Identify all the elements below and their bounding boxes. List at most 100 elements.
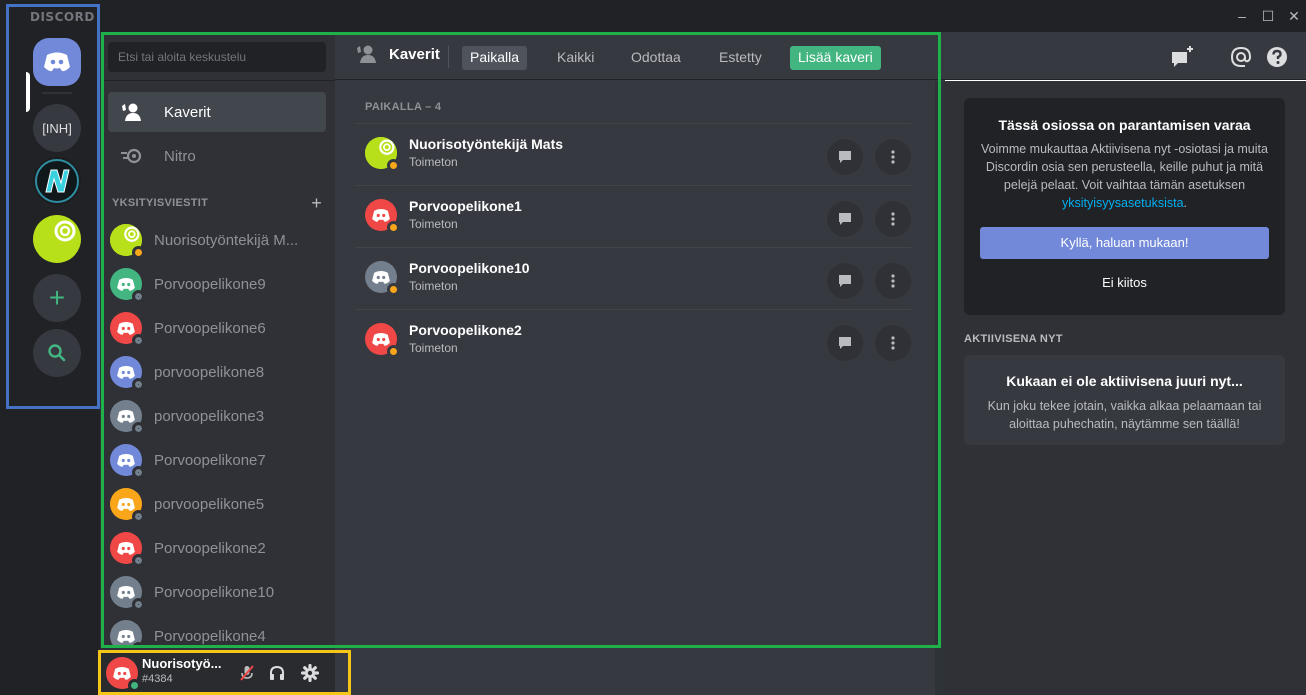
nav-friends-label: Kaverit bbox=[164, 103, 211, 121]
dm-name: porvoopelikone8 bbox=[154, 363, 265, 381]
friend-row[interactable]: Porvoopelikone10 Toimeton bbox=[355, 247, 911, 309]
dm-item[interactable]: Porvoopelikone2 bbox=[108, 526, 328, 570]
home-button[interactable] bbox=[33, 38, 81, 86]
page-title: Kaverit bbox=[355, 44, 440, 64]
status-offline-dot bbox=[132, 598, 145, 611]
more-options-button[interactable] bbox=[875, 139, 911, 175]
status-idle-dot bbox=[387, 345, 400, 358]
status-offline-dot bbox=[132, 290, 145, 303]
message-button[interactable] bbox=[827, 139, 863, 175]
add-friend-button[interactable]: Lisää kaveri bbox=[790, 46, 881, 70]
avatar bbox=[110, 576, 145, 611]
nav-friends[interactable]: Kaverit bbox=[108, 92, 326, 132]
avatar bbox=[365, 323, 400, 358]
help-button[interactable] bbox=[1264, 44, 1290, 70]
active-now-panel: Tässä osiossa on parantamisen varaa Voim… bbox=[945, 81, 1306, 695]
friend-name: Porvoopelikone2 bbox=[409, 322, 522, 338]
avatar bbox=[110, 444, 145, 479]
discord-avatar-icon bbox=[113, 666, 131, 680]
friend-status: Toimeton bbox=[409, 155, 458, 169]
dm-item[interactable]: Porvoopelikone7 bbox=[108, 438, 328, 482]
privacy-settings-link[interactable]: yksityisyysasetuksista bbox=[1062, 196, 1184, 210]
friend-name: Porvoopelikone1 bbox=[409, 198, 522, 214]
mention-icon bbox=[1230, 46, 1252, 67]
privacy-card-body: Voimme mukauttaa Aktiivisena nyt -osiota… bbox=[978, 140, 1271, 212]
dm-item[interactable]: porvoopelikone8 bbox=[108, 350, 328, 394]
nav-nitro[interactable]: Nitro bbox=[108, 136, 326, 176]
tab-pending[interactable]: Odottaa bbox=[623, 46, 689, 70]
friend-row[interactable]: Porvoopelikone1 Toimeton bbox=[355, 185, 911, 247]
decline-button[interactable]: Ei kiitos bbox=[980, 267, 1269, 299]
message-button[interactable] bbox=[827, 325, 863, 361]
status-idle-dot bbox=[387, 283, 400, 296]
friend-row[interactable]: Nuorisotyöntekijä Mats Toimeton bbox=[355, 123, 911, 185]
tab-blocked[interactable]: Estetty bbox=[711, 46, 770, 70]
add-server-button[interactable]: + bbox=[33, 274, 81, 322]
user-tag: #4384 bbox=[142, 673, 173, 685]
new-group-dm-button[interactable] bbox=[1169, 44, 1195, 70]
status-online-dot bbox=[128, 679, 141, 692]
mentions-button[interactable] bbox=[1228, 44, 1254, 70]
status-idle-dot bbox=[387, 159, 400, 172]
friends-list: PAIKALLA – 4 Nuorisotyöntekijä Mats Toime… bbox=[335, 81, 935, 695]
settings-button[interactable] bbox=[299, 662, 321, 684]
explore-icon bbox=[48, 344, 66, 362]
chat-bubble-icon bbox=[839, 275, 851, 287]
mute-button[interactable] bbox=[236, 662, 258, 684]
avatar[interactable] bbox=[106, 657, 141, 692]
minimize-button[interactable]: – bbox=[1232, 8, 1252, 24]
user-panel: Nuorisotyö... #4384 bbox=[100, 650, 350, 695]
status-offline-dot bbox=[132, 510, 145, 523]
dm-name: porvoopelikone3 bbox=[154, 407, 265, 425]
divider bbox=[100, 80, 335, 81]
tab-all[interactable]: Kaikki bbox=[549, 46, 602, 70]
more-options-button[interactable] bbox=[875, 201, 911, 237]
avatar bbox=[110, 620, 145, 648]
server-rail: [INH] + bbox=[0, 32, 100, 695]
create-dm-button[interactable]: + bbox=[311, 193, 322, 214]
avatar bbox=[110, 356, 145, 391]
status-offline-dot bbox=[132, 466, 145, 479]
discord-window: DISCORD – ☐ ✕ [INH] + Etsi tai aloita ke… bbox=[0, 0, 1306, 695]
maximize-button[interactable]: ☐ bbox=[1258, 8, 1278, 24]
dm-item[interactable]: Nuorisotyöntekijä M... bbox=[108, 218, 328, 262]
dm-name: Porvoopelikone7 bbox=[154, 451, 266, 469]
server-divider bbox=[42, 92, 72, 94]
dm-list: Nuorisotyöntekijä M... Porvoopelikone9 Por… bbox=[108, 218, 328, 648]
headphones-icon bbox=[270, 665, 284, 680]
friend-name: Nuorisotyöntekijä Mats bbox=[409, 136, 564, 152]
friend-row[interactable]: Porvoopelikone2 Toimeton bbox=[355, 309, 911, 371]
server-n[interactable] bbox=[33, 157, 81, 205]
dm-item[interactable]: Porvoopelikone4 bbox=[108, 614, 328, 648]
dm-item[interactable]: Porvoopelikone9 bbox=[108, 262, 328, 306]
dm-item[interactable]: Porvoopelikone10 bbox=[108, 570, 328, 614]
privacy-card: Tässä osiossa on parantamisen varaa Voim… bbox=[964, 98, 1285, 315]
message-button[interactable] bbox=[827, 201, 863, 237]
more-options-button[interactable] bbox=[875, 325, 911, 361]
dm-sidebar: Etsi tai aloita keskustelu Kaverit Nitro… bbox=[100, 32, 335, 695]
explore-servers-button[interactable] bbox=[33, 329, 81, 377]
status-offline-dot bbox=[132, 422, 145, 435]
title-bar: DISCORD – ☐ ✕ bbox=[0, 0, 1306, 32]
friend-name: Porvoopelikone10 bbox=[409, 260, 530, 276]
new-group-dm-icon bbox=[1172, 46, 1193, 67]
status-offline-dot bbox=[132, 554, 145, 567]
dm-item[interactable]: porvoopelikone5 bbox=[108, 482, 328, 526]
friend-status: Toimeton bbox=[409, 341, 458, 355]
dm-item[interactable]: Porvoopelikone6 bbox=[108, 306, 328, 350]
server-inh[interactable]: [INH] bbox=[33, 104, 81, 152]
gear-icon bbox=[301, 664, 319, 682]
more-options-button[interactable] bbox=[875, 263, 911, 299]
privacy-body-end: . bbox=[1183, 196, 1188, 210]
tab-online[interactable]: Paikalla bbox=[462, 46, 528, 70]
avatar bbox=[110, 224, 145, 259]
search-input[interactable]: Etsi tai aloita keskustelu bbox=[108, 42, 326, 72]
scrollbar-track[interactable] bbox=[935, 81, 945, 695]
accept-button[interactable]: Kyllä, haluan mukaan! bbox=[980, 227, 1269, 259]
server-lime[interactable] bbox=[33, 215, 81, 263]
dm-item[interactable]: porvoopelikone3 bbox=[108, 394, 328, 438]
deafen-button[interactable] bbox=[266, 662, 288, 684]
close-button[interactable]: ✕ bbox=[1284, 8, 1304, 24]
message-button[interactable] bbox=[827, 263, 863, 299]
privacy-body-text: Voimme mukauttaa Aktiivisena nyt -osiota… bbox=[981, 142, 1268, 192]
